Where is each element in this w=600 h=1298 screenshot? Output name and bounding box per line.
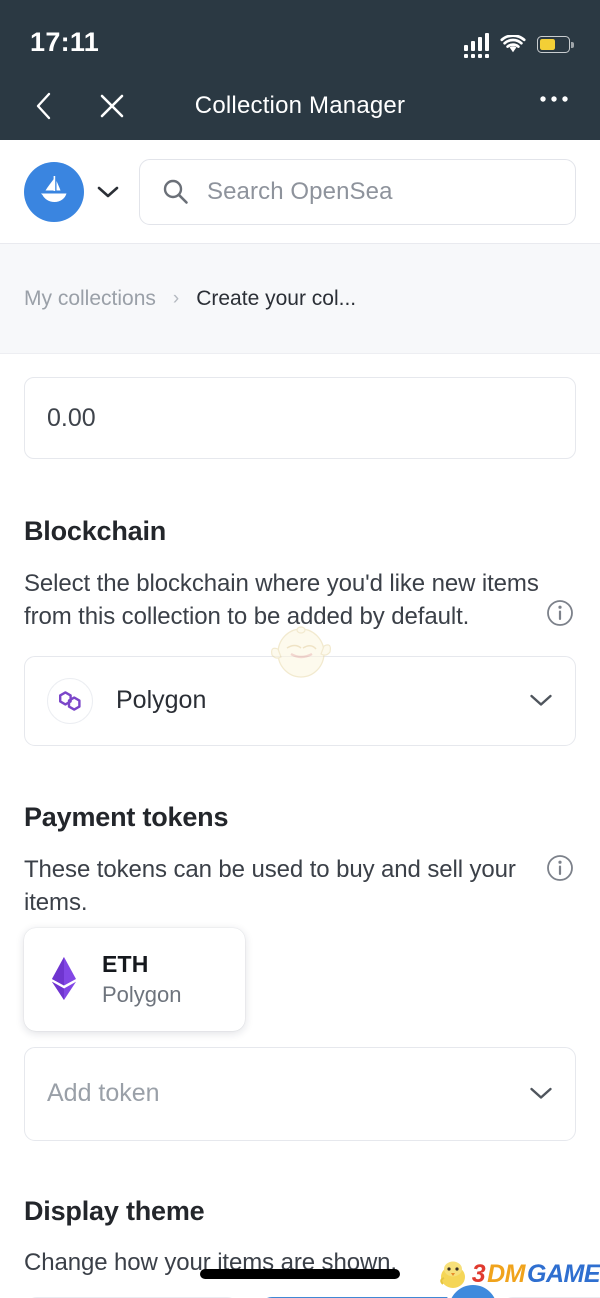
breadcrumb-current: Create your col... bbox=[196, 286, 357, 310]
status-bar-clock: 17:11 bbox=[30, 27, 100, 57]
app-nav-bar: Collection Manager bbox=[0, 72, 600, 140]
site-header: Search OpenSea bbox=[0, 140, 600, 244]
chevron-down-icon bbox=[530, 1087, 552, 1099]
blockchain-selected-value: Polygon bbox=[116, 686, 207, 715]
blockchain-description-row: Select the blockchain where you'd like n… bbox=[24, 568, 576, 634]
breadcrumb-separator-icon: › bbox=[172, 287, 180, 309]
chevron-left-icon bbox=[36, 92, 51, 120]
payment-token-card-eth[interactable]: ETH Polygon bbox=[24, 927, 245, 1031]
payment-token-symbol: ETH bbox=[102, 950, 149, 977]
cellular-signal-icon bbox=[463, 32, 489, 58]
creator-fee-value: 0.00 bbox=[47, 403, 96, 432]
close-button[interactable] bbox=[92, 86, 132, 126]
payment-tokens-description-row: These tokens can be used to buy and sell… bbox=[24, 854, 576, 920]
add-token-placeholder: Add token bbox=[47, 1079, 160, 1107]
clipped-field-label-text: Creator fee bbox=[26, 354, 137, 360]
payment-tokens-section-title: Payment tokens bbox=[24, 801, 229, 832]
ethereum-logo-icon bbox=[52, 957, 76, 1000]
wifi-icon bbox=[500, 35, 526, 53]
display-theme-section-title: Display theme bbox=[24, 1195, 205, 1226]
more-options-button[interactable] bbox=[534, 86, 574, 126]
account-dropdown-button[interactable] bbox=[94, 185, 122, 199]
breadcrumb-parent[interactable]: My collections bbox=[24, 287, 156, 311]
chevron-down-icon bbox=[530, 695, 552, 706]
opensea-logo-icon[interactable] bbox=[24, 161, 84, 222]
battery-low-power-icon bbox=[537, 36, 574, 54]
blockchain-info-icon[interactable] bbox=[546, 599, 574, 627]
check-circle-icon bbox=[445, 1281, 501, 1298]
payment-tokens-info-icon[interactable] bbox=[546, 854, 574, 882]
blockchain-description: Select the blockchain where you'd like n… bbox=[24, 570, 539, 630]
back-button[interactable] bbox=[26, 86, 60, 126]
creator-fee-input[interactable]: 0.00 bbox=[24, 377, 576, 459]
payment-token-chain: Polygon bbox=[102, 981, 182, 1007]
search-input[interactable]: Search OpenSea bbox=[139, 158, 576, 225]
blockchain-select-caret bbox=[529, 693, 553, 708]
payment-token-text: ETH Polygon bbox=[102, 951, 182, 1008]
chevron-down-icon bbox=[97, 186, 119, 197]
more-horizontal-icon bbox=[540, 96, 568, 102]
sailboat-glyph-icon bbox=[41, 175, 67, 202]
close-icon bbox=[100, 94, 124, 118]
search-icon bbox=[163, 179, 188, 204]
polygon-logo-icon bbox=[47, 677, 93, 724]
add-token-select[interactable]: Add token bbox=[24, 1046, 576, 1141]
polygon-glyph-icon bbox=[59, 690, 81, 711]
home-indicator[interactable] bbox=[200, 1269, 400, 1279]
page-title: Collection Manager bbox=[194, 92, 406, 119]
status-bar: 17:11 bbox=[0, 0, 600, 72]
add-token-select-caret bbox=[529, 1086, 553, 1101]
status-bar-indicators bbox=[463, 32, 574, 58]
blockchain-section-title: Blockchain bbox=[24, 516, 167, 546]
breadcrumb: My collections › Create your col... bbox=[0, 244, 600, 354]
search-placeholder: Search OpenSea bbox=[207, 177, 393, 205]
clipped-field-label: Creator fee bbox=[24, 354, 576, 364]
blockchain-select[interactable]: Polygon bbox=[24, 655, 576, 746]
payment-tokens-description: These tokens can be used to buy and sell… bbox=[24, 855, 516, 916]
form-content: Creator fee 0.00 Blockchain Select the b… bbox=[0, 354, 600, 1298]
